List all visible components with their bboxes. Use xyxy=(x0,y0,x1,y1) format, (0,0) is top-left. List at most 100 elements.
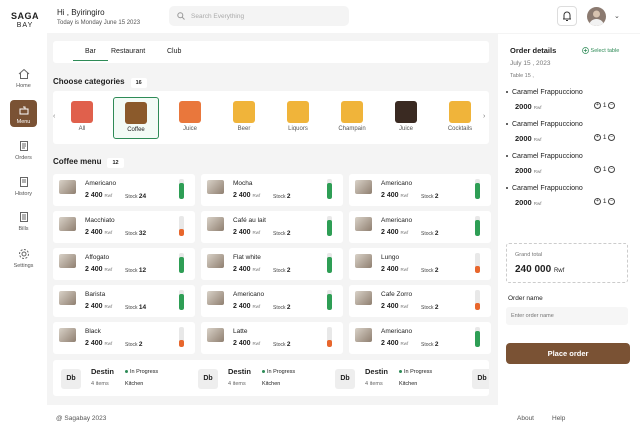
menu-item-stock: 12 xyxy=(138,267,147,274)
tab-bar[interactable]: Bar xyxy=(73,48,108,61)
menu-item-card[interactable]: Americano 2 400 Rwf Stock 2 xyxy=(349,174,491,206)
menu-item-name: Flat white xyxy=(233,254,261,261)
menu-item-stock: 2 xyxy=(286,193,291,200)
active-order-card[interactable]: DbD4 it xyxy=(472,365,489,391)
about-link[interactable]: About xyxy=(517,415,534,422)
order-line-item: Caramel Frappucciono 2000 Rwf + 1 − xyxy=(506,153,636,183)
stock-level-fill xyxy=(475,331,480,347)
menu-item-card[interactable]: Latte 2 400 Rwf Stock 2 xyxy=(201,322,343,354)
menu-item-card[interactable]: Mocha 2 400 Rwf Stock 2 xyxy=(201,174,343,206)
nav-orders[interactable]: Orders xyxy=(0,140,47,161)
category-label: Champain xyxy=(338,126,366,132)
menu-item-price: 2 400 xyxy=(85,266,103,273)
menu-item-card[interactable]: Americano 2 400 Rwf Stock 2 xyxy=(201,285,343,317)
brand-logo[interactable]: SAGA BAY xyxy=(9,12,41,30)
active-order-card[interactable]: Db Destin 4 items In Progress Kitchen xyxy=(61,365,201,391)
order-line-price: 2000 xyxy=(515,166,532,175)
order-status: In Progress xyxy=(399,369,432,375)
quantity-stepper: + 1 − xyxy=(594,134,616,142)
history-icon xyxy=(19,177,28,187)
bell-icon xyxy=(563,11,571,21)
copyright: @ Sagabay 2023 xyxy=(56,415,107,422)
decrease-quantity-icon[interactable]: − xyxy=(608,134,616,141)
stock-level-bar xyxy=(475,290,480,310)
menu-item-card[interactable]: Cafe Zorro 2 400 Rwf Stock 2 xyxy=(349,285,491,317)
category-5[interactable]: Champain xyxy=(329,97,375,139)
stock-level-fill xyxy=(327,257,332,273)
menu-item-stock: 32 xyxy=(138,230,147,237)
nav-home[interactable]: Home xyxy=(0,68,47,89)
category-image xyxy=(125,102,147,124)
quantity-stepper: + 1 − xyxy=(594,166,616,173)
tab-club[interactable]: Club xyxy=(167,48,181,55)
menu-item-card[interactable]: Barista 2 400 Rwf Stock 14 xyxy=(53,285,195,317)
increase-quantity-icon[interactable]: + xyxy=(594,102,601,109)
menu-item-card[interactable]: Affogato 2 400 Rwf Stock 12 xyxy=(53,248,195,280)
place-order-button[interactable]: Place order xyxy=(506,343,630,364)
status-dot-icon xyxy=(125,370,128,374)
menu-item-card[interactable]: Americano 2 400 Rwf Stock 2 xyxy=(349,211,491,243)
decrease-quantity-icon[interactable]: − xyxy=(608,198,616,205)
menu-item-name: Latte xyxy=(233,328,248,335)
stock-level-fill xyxy=(179,340,184,347)
category-0[interactable]: All xyxy=(59,97,105,139)
stock-level-fill xyxy=(327,340,332,347)
increase-quantity-icon[interactable]: + xyxy=(594,134,601,141)
help-link[interactable]: Help xyxy=(552,415,565,422)
menu-item-stock: 2 xyxy=(138,341,143,348)
category-6[interactable]: Juice xyxy=(383,97,429,139)
category-1[interactable]: Coffee xyxy=(113,97,159,139)
menu-item-stock: 2 xyxy=(434,304,439,311)
menu-item-card[interactable]: Lungo 2 400 Rwf Stock 2 xyxy=(349,248,491,280)
coffee-thumbnail xyxy=(207,328,224,342)
menu-item-price: 2 400 xyxy=(381,340,399,347)
decrease-quantity-icon[interactable]: − xyxy=(608,102,616,109)
decrease-quantity-icon[interactable]: − xyxy=(608,166,616,173)
stock-level-bar xyxy=(475,253,480,273)
coffee-thumbnail xyxy=(207,291,224,305)
category-scroll-left-icon[interactable]: ‹ xyxy=(53,113,55,120)
menu-item-card[interactable]: Black 2 400 Rwf Stock 2 xyxy=(53,322,195,354)
order-name-input[interactable] xyxy=(506,307,628,325)
menu-item-card[interactable]: Americano 2 400 Rwf Stock 2 xyxy=(349,322,491,354)
nav-settings[interactable]: Settings xyxy=(0,248,47,269)
avatar[interactable] xyxy=(587,7,606,26)
chevron-down-icon[interactable]: ⌄ xyxy=(614,12,620,20)
order-line-qty: 1 xyxy=(602,134,607,142)
category-scroll-right-icon[interactable]: › xyxy=(483,113,485,120)
order-initials-badge: Db xyxy=(61,369,81,389)
menu-item-card[interactable]: Macchiato 2 400 Rwf Stock 32 xyxy=(53,211,195,243)
categories-count: 16 xyxy=(130,78,147,88)
nav-history[interactable]: History xyxy=(0,176,47,197)
stock-level-fill xyxy=(475,303,480,310)
coffee-thumbnail xyxy=(355,217,372,231)
venue-tabs: Bar Restaurant Club xyxy=(53,41,489,63)
coffee-thumbnail xyxy=(59,254,76,268)
order-customer-name: Destin xyxy=(91,367,114,376)
order-line-item: Caramel Frappucciono 2000 Rwf + 1 − xyxy=(506,185,636,215)
order-line-qty: 1 xyxy=(602,102,607,110)
menu-item-card[interactable]: Americano 2 400 Rwf Stock 24 xyxy=(53,174,195,206)
increase-quantity-icon[interactable]: + xyxy=(594,166,601,173)
menu-item-price: 2 400 xyxy=(233,229,251,236)
search-input[interactable]: Search Everything xyxy=(169,6,349,26)
menu-item-card[interactable]: Flat white 2 400 Rwf Stock 2 xyxy=(201,248,343,280)
category-4[interactable]: Liquors xyxy=(275,97,321,139)
stock-level-fill xyxy=(179,257,184,273)
menu-item-card[interactable]: Café au lait 2 400 Rwf Stock 2 xyxy=(201,211,343,243)
category-2[interactable]: Juice xyxy=(167,97,213,139)
nav-menu[interactable]: Menu xyxy=(0,100,47,127)
category-3[interactable]: Beer xyxy=(221,97,267,139)
tab-restaurant[interactable]: Restaurant xyxy=(111,48,145,55)
active-order-card[interactable]: Db Destin 4 items In Progress Kitchen xyxy=(198,365,338,391)
active-order-card[interactable]: Db Destin 4 items In Progress Kitchen xyxy=(335,365,475,391)
increase-quantity-icon[interactable]: + xyxy=(594,198,601,205)
orders-icon xyxy=(19,141,28,151)
search-icon xyxy=(177,12,185,20)
order-status: In Progress xyxy=(125,369,158,375)
notifications-button[interactable] xyxy=(557,6,577,26)
category-7[interactable]: Cocktails xyxy=(437,97,483,139)
order-line-price: 2000 xyxy=(515,198,532,207)
select-table-button[interactable]: Select table xyxy=(582,47,619,54)
nav-bills[interactable]: Bills xyxy=(0,211,47,232)
